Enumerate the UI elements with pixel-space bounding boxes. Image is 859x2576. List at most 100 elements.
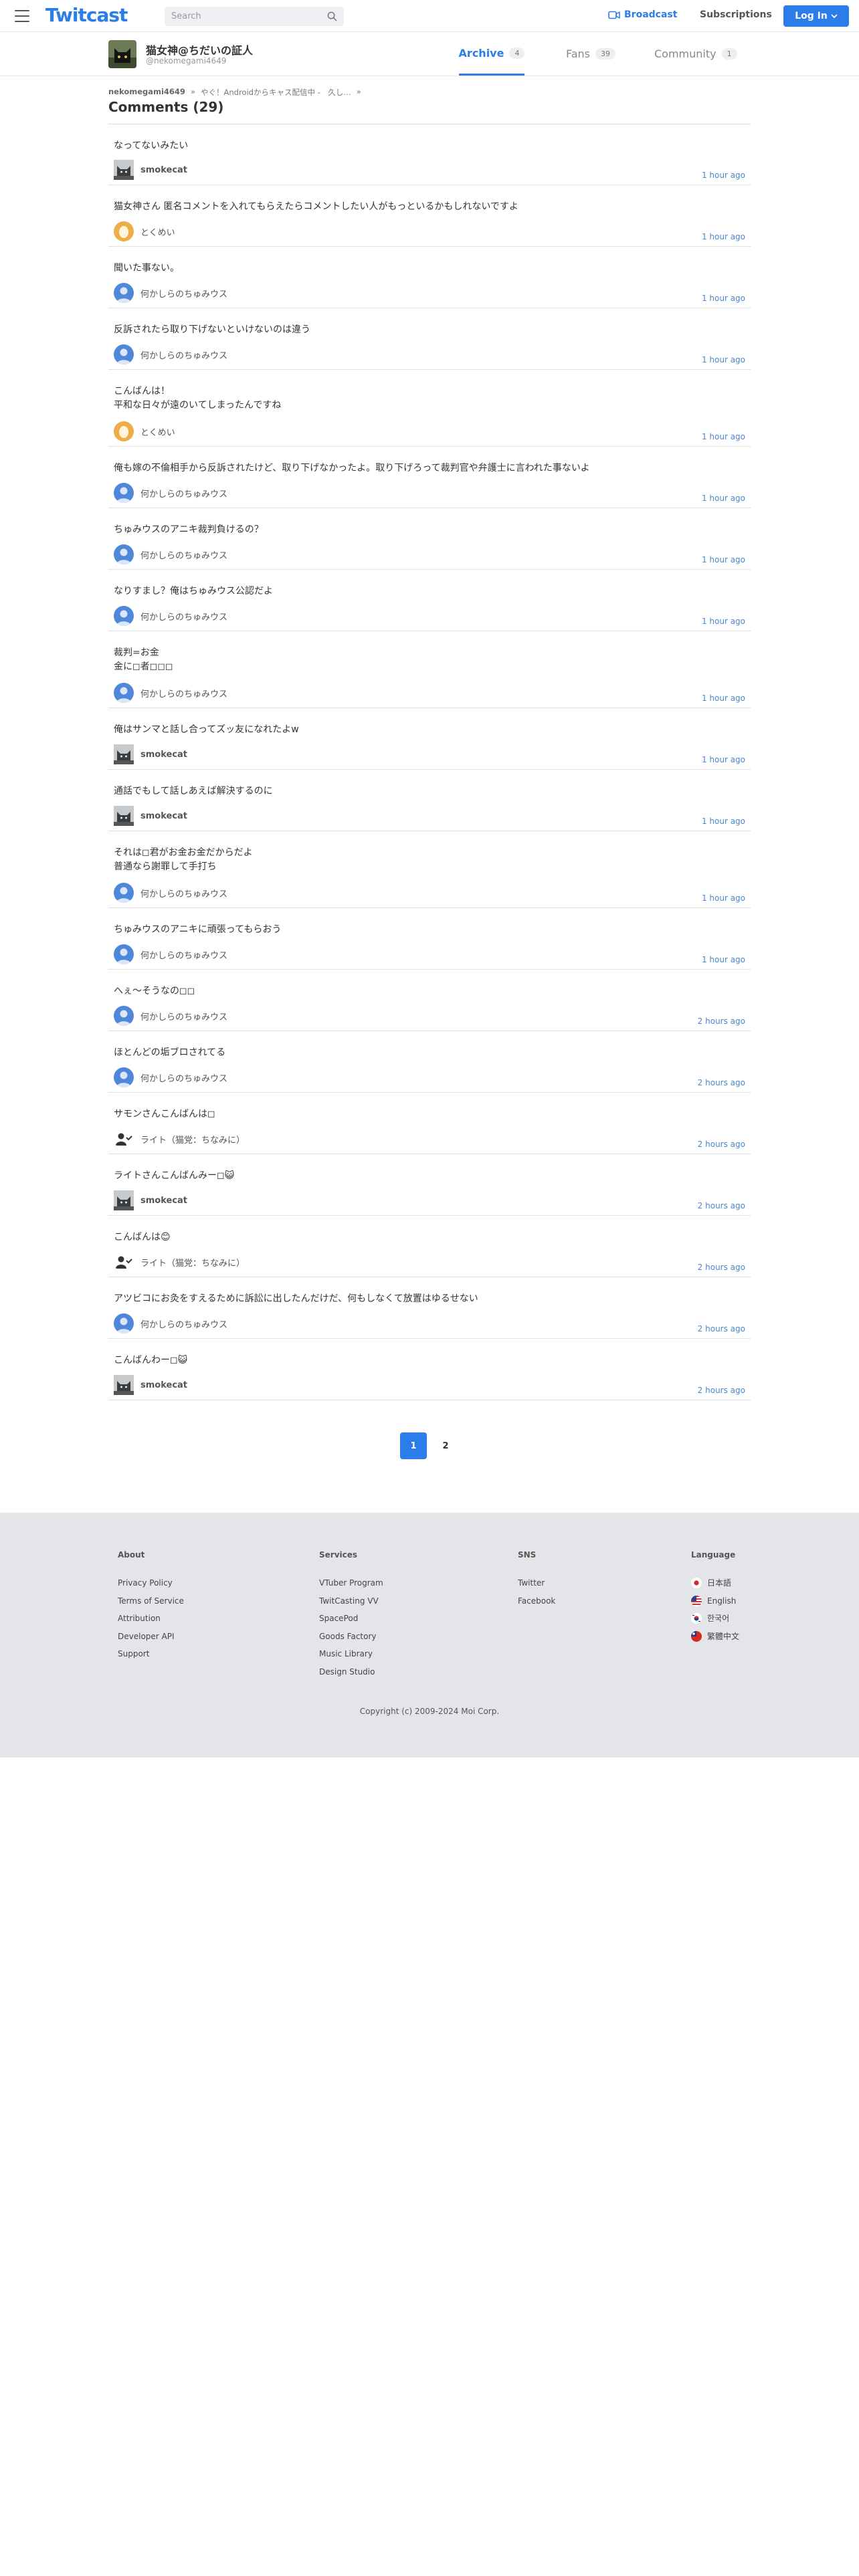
tab-archive[interactable]: Archive 4 (459, 32, 525, 76)
comment-author[interactable]: ライト（猫党：ちなみに） (114, 1252, 245, 1272)
default-avatar[interactable] (114, 883, 134, 903)
language-option[interactable]: 日本語 (691, 1574, 739, 1592)
comment-username[interactable]: smokecat (140, 1380, 187, 1390)
comment-timestamp[interactable]: 1 hour ago (702, 693, 745, 703)
footer-link[interactable]: Music Library (319, 1645, 383, 1663)
comment-timestamp[interactable]: 1 hour ago (702, 555, 745, 564)
footer-link[interactable]: Support (118, 1645, 184, 1663)
comment-author[interactable]: smokecat (114, 744, 187, 764)
footer-link[interactable]: Privacy Policy (118, 1574, 184, 1592)
people-avatar[interactable] (114, 1129, 134, 1149)
comment-author[interactable]: 何かしらのちゅみウス (114, 544, 227, 564)
search-input[interactable] (165, 7, 318, 26)
page-button-1[interactable]: 1 (400, 1432, 427, 1459)
login-button[interactable]: Log In (783, 5, 849, 27)
menu-icon[interactable] (15, 10, 29, 22)
comment-timestamp[interactable]: 1 hour ago (702, 755, 745, 764)
egg-avatar[interactable] (114, 421, 134, 441)
comment-author[interactable]: ライト（猫党：ちなみに） (114, 1129, 245, 1149)
comment-author[interactable]: smokecat (114, 160, 187, 180)
comment-author[interactable]: 何かしらのちゅみウス (114, 344, 227, 364)
default-avatar[interactable] (114, 344, 134, 364)
comment-author[interactable]: smokecat (114, 806, 187, 826)
comment-author[interactable]: 何かしらのちゅみウス (114, 606, 227, 626)
comment-timestamp[interactable]: 2 hours ago (698, 1140, 745, 1149)
footer-link[interactable]: Attribution (118, 1610, 184, 1628)
broadcast-button[interactable]: Broadcast (608, 9, 677, 20)
footer-link[interactable]: VTuber Program (319, 1574, 383, 1592)
default-avatar[interactable] (114, 483, 134, 503)
comment-username[interactable]: smokecat (140, 811, 187, 821)
default-avatar[interactable] (114, 1067, 134, 1087)
comment-timestamp[interactable]: 1 hour ago (702, 817, 745, 826)
comment-username[interactable]: ライト（猫党：ちなみに） (140, 1133, 245, 1146)
search-icon[interactable] (327, 11, 337, 21)
comment-username[interactable]: smokecat (140, 1196, 187, 1206)
profile-avatar[interactable] (108, 40, 136, 68)
footer-link[interactable]: Design Studio (319, 1663, 383, 1681)
comment-author[interactable]: smokecat (114, 1375, 187, 1395)
default-avatar[interactable] (114, 1006, 134, 1026)
comment-author[interactable]: smokecat (114, 1190, 187, 1210)
footer-link[interactable]: Twitter (518, 1574, 555, 1592)
breadcrumb-movie[interactable]: やぐ！Androidからキャス配信中 - 久し… (201, 87, 351, 98)
language-option[interactable]: 한국어 (691, 1610, 739, 1628)
comment-username[interactable]: 何かしらのちゅみウス (140, 687, 227, 700)
footer-link[interactable]: Terms of Service (118, 1592, 184, 1610)
comment-username[interactable]: 何かしらのちゅみウス (140, 1071, 227, 1084)
language-option[interactable]: English (691, 1592, 739, 1610)
egg-avatar[interactable] (114, 221, 134, 241)
comment-author[interactable]: 何かしらのちゅみウス (114, 1313, 227, 1333)
default-avatar[interactable] (114, 1313, 134, 1333)
comment-username[interactable]: 何かしらのちゅみウス (140, 487, 227, 500)
footer-link[interactable]: TwitCasting VV (319, 1592, 383, 1610)
tab-community[interactable]: Community 1 (654, 32, 737, 76)
profile-name[interactable]: 猫女神@ちだいの証人 (146, 41, 253, 58)
comment-timestamp[interactable]: 1 hour ago (702, 232, 745, 241)
comment-timestamp[interactable]: 1 hour ago (702, 171, 745, 180)
comment-username[interactable]: 何かしらのちゅみウス (140, 548, 227, 561)
comment-author[interactable]: とくめい (114, 421, 175, 441)
default-avatar[interactable] (114, 544, 134, 564)
comment-username[interactable]: smokecat (140, 165, 187, 175)
comment-author[interactable]: 何かしらのちゅみウス (114, 944, 227, 964)
comment-username[interactable]: とくめい (140, 425, 175, 438)
comment-author[interactable]: とくめい (114, 221, 175, 241)
footer-link[interactable]: Developer API (118, 1628, 184, 1646)
comment-username[interactable]: 何かしらのちゅみウス (140, 348, 227, 361)
cat-avatar[interactable] (114, 160, 134, 180)
breadcrumb-user[interactable]: nekomegami4649 (108, 87, 185, 98)
comment-timestamp[interactable]: 2 hours ago (698, 1324, 745, 1333)
default-avatar[interactable] (114, 944, 134, 964)
comment-timestamp[interactable]: 1 hour ago (702, 893, 745, 903)
cat-avatar[interactable] (114, 1375, 134, 1395)
comment-timestamp[interactable]: 1 hour ago (702, 432, 745, 441)
comment-username[interactable]: 何かしらのちゅみウス (140, 610, 227, 623)
comment-timestamp[interactable]: 2 hours ago (698, 1263, 745, 1272)
tab-fans[interactable]: Fans 39 (566, 32, 616, 76)
comment-author[interactable]: 何かしらのちゅみウス (114, 483, 227, 503)
page-button-2[interactable]: 2 (432, 1432, 459, 1459)
comment-author[interactable]: 何かしらのちゅみウス (114, 1006, 227, 1026)
default-avatar[interactable] (114, 283, 134, 303)
comment-timestamp[interactable]: 1 hour ago (702, 617, 745, 626)
comment-username[interactable]: 何かしらのちゅみウス (140, 887, 227, 899)
comment-timestamp[interactable]: 2 hours ago (698, 1078, 745, 1087)
comment-author[interactable]: 何かしらのちゅみウス (114, 283, 227, 303)
cat-avatar[interactable] (114, 744, 134, 764)
comment-username[interactable]: 何かしらのちゅみウス (140, 1317, 227, 1330)
subscriptions-link[interactable]: Subscriptions (700, 9, 772, 20)
comment-username[interactable]: とくめい (140, 225, 175, 238)
twitcast-logo[interactable]: Twitcast (45, 4, 128, 26)
comment-username[interactable]: ライト（猫党：ちなみに） (140, 1256, 245, 1269)
comment-username[interactable]: smokecat (140, 750, 187, 760)
default-avatar[interactable] (114, 606, 134, 626)
comment-author[interactable]: 何かしらのちゅみウス (114, 883, 227, 903)
comment-author[interactable]: 何かしらのちゅみウス (114, 1067, 227, 1087)
footer-link[interactable]: Facebook (518, 1592, 555, 1610)
comment-author[interactable]: 何かしらのちゅみウス (114, 683, 227, 703)
comment-timestamp[interactable]: 2 hours ago (698, 1201, 745, 1210)
comment-timestamp[interactable]: 1 hour ago (702, 955, 745, 964)
comment-username[interactable]: 何かしらのちゅみウス (140, 287, 227, 300)
comment-timestamp[interactable]: 1 hour ago (702, 355, 745, 364)
